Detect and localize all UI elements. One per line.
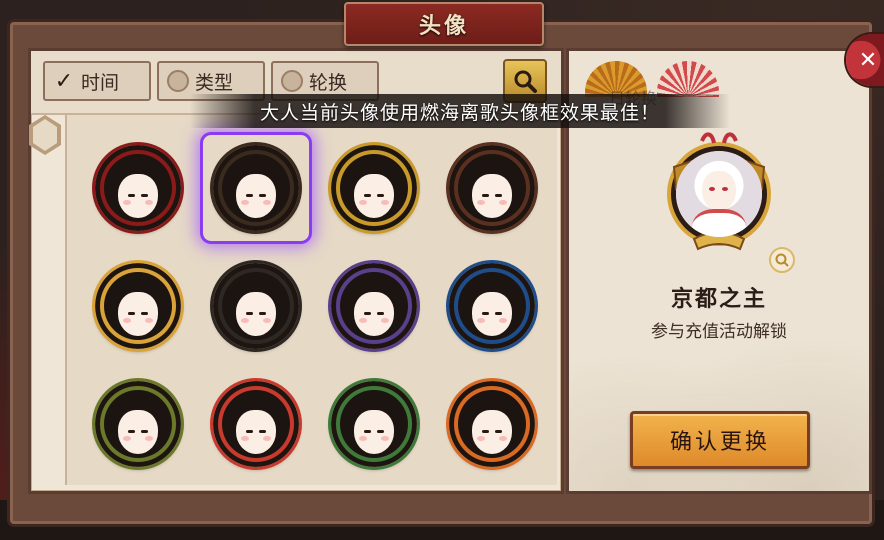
autumn-leaf-frame-icon <box>95 263 181 349</box>
avatar-face <box>340 272 408 340</box>
confirm-change-label: 确认更换 <box>669 430 770 455</box>
frame-unlock-description: 参与充值活动解锁 <box>651 322 787 342</box>
avatar-face <box>222 154 290 222</box>
pine-rope-frame-icon <box>95 381 181 467</box>
magnify-icon <box>775 253 789 267</box>
dark-helmet-frame-icon <box>449 145 535 231</box>
check-icon: ✓ <box>54 68 74 94</box>
avatar-face <box>458 154 526 222</box>
dialog-title: 头像 <box>418 13 469 39</box>
radio-icon <box>281 70 303 92</box>
avatar-item-purple-moon-frame[interactable] <box>315 247 433 365</box>
avatar-item-pine-rope-frame[interactable] <box>79 365 197 483</box>
avatar-item-plain-dark-frame[interactable] <box>197 247 315 365</box>
announcement-banner: 大人当前头像使用燃海离歌头像框效果最佳！ <box>190 94 730 128</box>
avatar-item-red-torii-frame[interactable] <box>79 129 197 247</box>
avatar-grid-area <box>65 115 557 485</box>
dialog-title-plaque: 头像 <box>344 2 544 46</box>
gold-dragon-frame-icon <box>331 145 417 231</box>
avatar-item-snake-rabbit-frame[interactable] <box>315 365 433 483</box>
avatar-face <box>222 272 290 340</box>
avatar-face <box>104 390 172 458</box>
filter-tab-label: 轮换 <box>309 71 348 94</box>
avatar-face <box>340 390 408 458</box>
avatar-item-golden-helmet-frame[interactable] <box>197 129 315 247</box>
skull-maple-frame-icon <box>449 381 535 467</box>
avatar-item-dark-helmet-frame[interactable] <box>433 129 551 247</box>
preview-avatar <box>654 129 784 259</box>
preview-character <box>676 151 762 237</box>
golden-helmet-frame-icon <box>213 145 299 231</box>
zoom-preview-button[interactable] <box>769 247 795 273</box>
avatar-face <box>104 272 172 340</box>
filter-tab-label: 时间 <box>81 71 120 94</box>
plain-dark-frame-icon <box>213 263 299 349</box>
confirm-change-button[interactable]: 确认更换 <box>630 411 810 469</box>
peacock-frame-icon <box>449 263 535 349</box>
avatar-face <box>104 154 172 222</box>
purple-moon-frame-icon <box>331 263 417 349</box>
radio-icon <box>167 70 189 92</box>
avatar-item-peacock-frame[interactable] <box>433 247 551 365</box>
side-hex-tab[interactable] <box>29 115 61 155</box>
snake-rabbit-frame-icon <box>331 381 417 467</box>
red-fan-decoration <box>657 61 719 97</box>
frame-name: 京都之主 <box>670 286 767 312</box>
search-icon <box>514 70 537 93</box>
avatar-item-gold-dragon-frame[interactable] <box>315 129 433 247</box>
close-icon: ✕ <box>858 47 878 73</box>
lucky-cat-frame-icon <box>213 381 299 467</box>
avatar-face <box>458 272 526 340</box>
red-torii-frame-icon <box>95 145 181 231</box>
avatar-face <box>458 390 526 458</box>
filter-tab-label: 类型 <box>195 71 234 94</box>
avatar-face <box>340 154 408 222</box>
filter-tab-time[interactable]: ✓ 时间 <box>43 61 151 101</box>
avatar-face <box>222 390 290 458</box>
avatar-item-lucky-cat-frame[interactable] <box>197 365 315 483</box>
announcement-text: 大人当前头像使用燃海离歌头像框效果最佳！ <box>259 101 660 124</box>
avatar-item-skull-maple-frame[interactable] <box>433 365 551 483</box>
avatar-grid <box>79 129 549 483</box>
avatar-item-autumn-leaf-frame[interactable] <box>79 247 197 365</box>
